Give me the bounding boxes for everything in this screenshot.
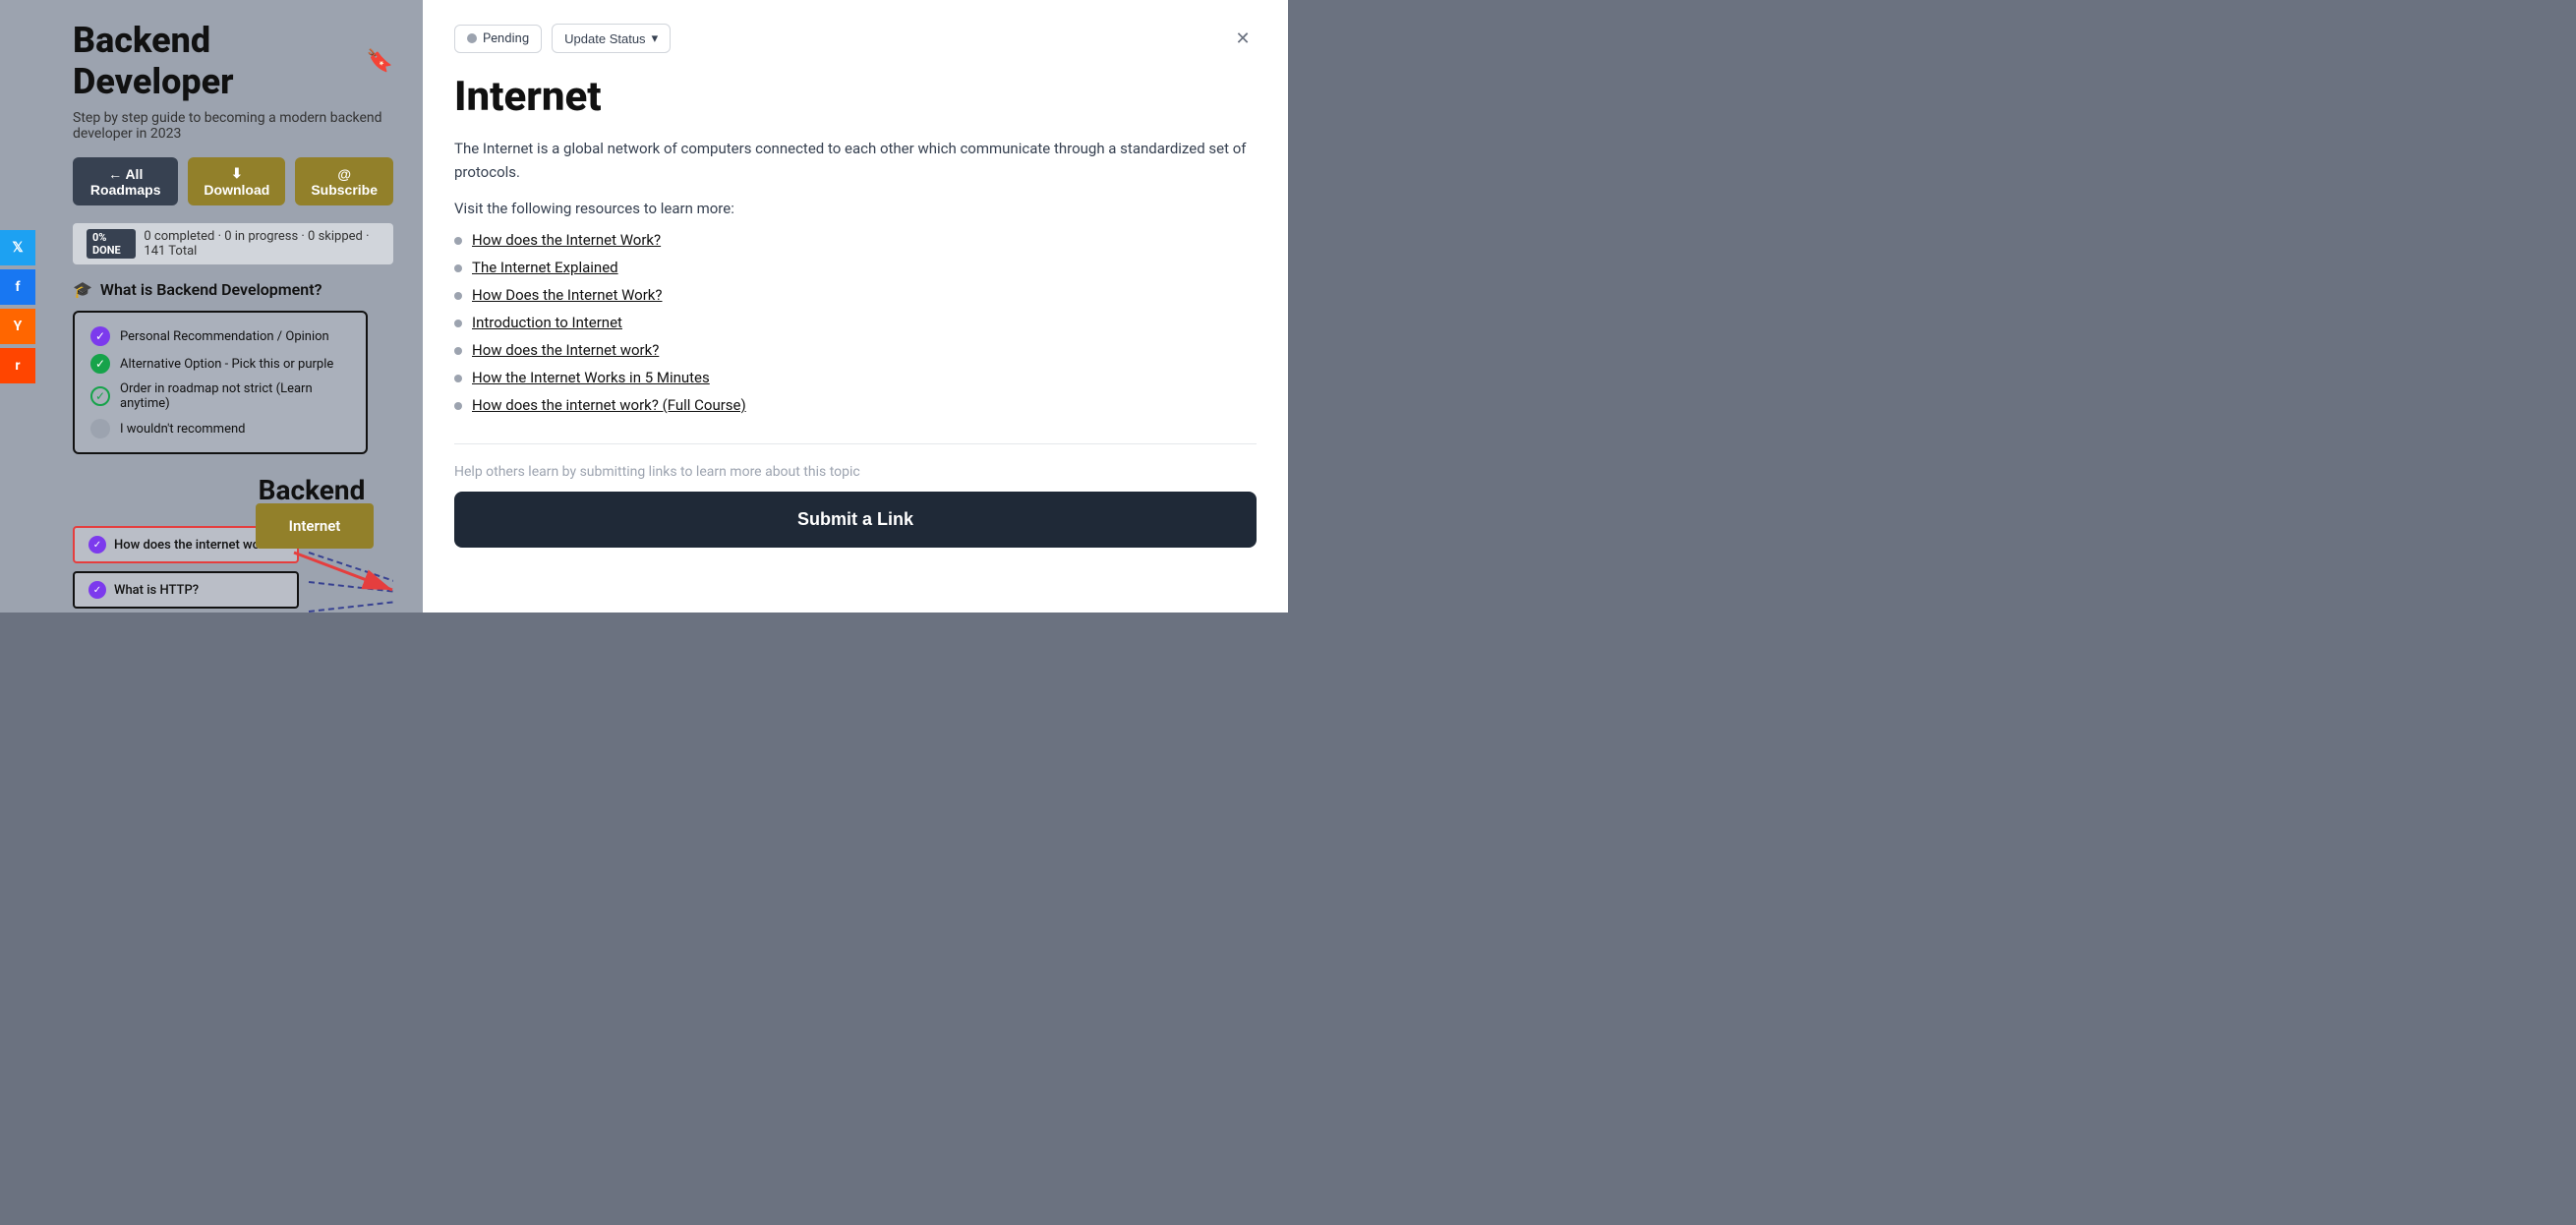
- status-row: Pending Update Status ▾: [454, 24, 671, 53]
- resource-link-3[interactable]: Introduction to Internet: [472, 314, 622, 331]
- all-roadmaps-button[interactable]: ← All Roadmaps: [73, 157, 178, 205]
- list-item: How does the internet work? (Full Course…: [454, 396, 1257, 414]
- progress-stats: 0 completed · 0 in progress · 0 skipped …: [144, 229, 380, 259]
- button-row: ← All Roadmaps ⬇ Download @ Subscribe: [73, 157, 393, 205]
- list-item: The Internet Explained: [454, 259, 1257, 276]
- roadmap-title: Backend Developer 🔖: [73, 20, 393, 102]
- right-panel: Pending Update Status ▾ ✕ Internet The I…: [423, 0, 1288, 612]
- nodes-area: Backend ✓ How does the internet work?: [73, 474, 393, 612]
- submit-link-button[interactable]: Submit a Link: [454, 492, 1257, 548]
- list-item: How does the Internet work?: [454, 341, 1257, 359]
- bullet-2: [454, 292, 462, 300]
- download-button[interactable]: ⬇ Download: [188, 157, 285, 205]
- backend-label: Backend: [230, 474, 393, 506]
- close-button[interactable]: ✕: [1229, 25, 1257, 52]
- resource-link-4[interactable]: How does the Internet work?: [472, 341, 659, 359]
- list-item: Introduction to Internet: [454, 314, 1257, 331]
- progress-bar: 0% DONE 0 completed · 0 in progress · 0 …: [73, 223, 393, 264]
- internet-node[interactable]: Internet: [256, 503, 374, 549]
- node-check-2: ✓: [88, 581, 106, 599]
- progress-badge: 0% DONE: [87, 229, 136, 259]
- update-status-button[interactable]: Update Status ▾: [552, 24, 671, 53]
- social-sidebar: 𝕏 f Y r: [0, 230, 35, 383]
- resource-link-0[interactable]: How does the Internet Work?: [472, 231, 661, 249]
- panel-header: Pending Update Status ▾ ✕: [454, 24, 1257, 53]
- section-header: 🎓 What is Backend Development?: [73, 280, 393, 299]
- resource-link-2[interactable]: How Does the Internet Work?: [472, 286, 663, 304]
- bullet-6: [454, 402, 462, 410]
- hackernews-button[interactable]: Y: [0, 309, 35, 344]
- bookmark-icon[interactable]: 🔖: [367, 49, 393, 74]
- legend-item-green: ✓ Alternative Option - Pick this or purp…: [90, 354, 350, 374]
- twitter-button[interactable]: 𝕏: [0, 230, 35, 265]
- roadmap-subtitle: Step by step guide to becoming a modern …: [73, 110, 393, 142]
- bullet-5: [454, 375, 462, 382]
- resources-label: Visit the following resources to learn m…: [454, 200, 1257, 217]
- resource-link-1[interactable]: The Internet Explained: [472, 259, 618, 276]
- facebook-button[interactable]: f: [0, 269, 35, 305]
- bullet-0: [454, 237, 462, 245]
- panel-title: Internet: [454, 73, 1257, 121]
- node-check-1: ✓: [88, 536, 106, 554]
- resource-link-6[interactable]: How does the internet work? (Full Course…: [472, 396, 746, 414]
- panel-description: The Internet is a global network of comp…: [454, 137, 1257, 184]
- bullet-3: [454, 320, 462, 327]
- legend-item-purple: ✓ Personal Recommendation / Opinion: [90, 326, 350, 346]
- reddit-button[interactable]: r: [0, 348, 35, 383]
- subscribe-button[interactable]: @ Subscribe: [295, 157, 393, 205]
- bullet-1: [454, 264, 462, 272]
- legend-dot-outline: ✓: [90, 386, 110, 406]
- list-item: How does the Internet Work?: [454, 231, 1257, 249]
- resource-link-5[interactable]: How the Internet Works in 5 Minutes: [472, 369, 710, 386]
- list-item: How Does the Internet Work?: [454, 286, 1257, 304]
- bullet-4: [454, 347, 462, 355]
- submit-helper: Help others learn by submitting links to…: [454, 464, 1257, 480]
- legend-item-green-outline: ✓ Order in roadmap not strict (Learn any…: [90, 381, 350, 411]
- legend-dot-gray: [90, 419, 110, 438]
- section-header-icon: 🎓: [73, 280, 92, 299]
- chevron-down-icon: ▾: [652, 30, 659, 46]
- status-pending: Pending: [454, 25, 542, 53]
- legend-box: ✓ Personal Recommendation / Opinion ✓ Al…: [73, 311, 368, 454]
- pending-label: Pending: [483, 31, 529, 46]
- legend-item-gray: I wouldn't recommend: [90, 419, 350, 438]
- legend-dot-purple: ✓: [90, 326, 110, 346]
- left-panel: 𝕏 f Y r Backend Developer 🔖 Step by step…: [0, 0, 423, 612]
- resource-list: How does the Internet Work? The Internet…: [454, 231, 1257, 414]
- node-http[interactable]: ✓ What is HTTP?: [73, 571, 299, 609]
- list-item: How the Internet Works in 5 Minutes: [454, 369, 1257, 386]
- legend-dot-green: ✓: [90, 354, 110, 374]
- status-dot: [467, 33, 477, 43]
- submit-section: Help others learn by submitting links to…: [454, 443, 1257, 548]
